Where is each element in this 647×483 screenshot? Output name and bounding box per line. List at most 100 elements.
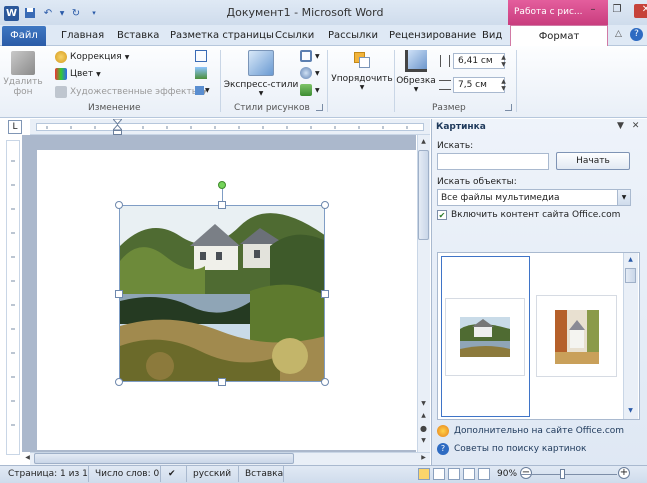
zoom-level[interactable]: 90%	[497, 469, 517, 479]
tab-references[interactable]: Ссылки	[275, 30, 314, 41]
minimize-icon[interactable]: –	[586, 4, 600, 18]
correction-button[interactable]: Коррекция ▼	[55, 51, 129, 63]
palette-icon	[55, 68, 67, 80]
undo-icon[interactable]: ↶	[41, 6, 55, 20]
scroll-right-icon[interactable]: ▶	[418, 454, 429, 461]
remove-background-button[interactable]: Удалить фон	[3, 51, 43, 101]
resize-handle-right[interactable]	[321, 290, 329, 298]
language-indicator[interactable]: русский	[193, 469, 231, 479]
picture-layout-button[interactable]: ▼	[300, 84, 320, 96]
previous-page-icon[interactable]: ▲	[418, 412, 429, 419]
insert-mode-indicator[interactable]: Вставка	[245, 469, 283, 479]
scroll-up-icon[interactable]: ▲	[418, 138, 429, 145]
web-layout-view-icon[interactable]	[448, 468, 460, 480]
word-logo-icon[interactable]: W	[4, 5, 19, 21]
results-scroll-up-icon[interactable]: ▲	[625, 256, 636, 263]
media-type-select[interactable]: Все файлы мультимедиа	[437, 189, 631, 206]
tips-link[interactable]: ? Советы по поиску картинок	[437, 443, 587, 455]
picture-effects-button[interactable]: ▼	[300, 67, 320, 79]
crop-button[interactable]: Обрезка ▼	[396, 50, 436, 98]
color-button[interactable]: Цвет ▼	[55, 68, 101, 80]
size-launcher-icon[interactable]	[505, 104, 512, 111]
tab-home[interactable]: Главная	[61, 30, 104, 41]
go-button[interactable]: Начать	[556, 152, 630, 170]
picture-styles-launcher-icon[interactable]	[316, 104, 323, 111]
zoom-slider[interactable]	[521, 474, 617, 475]
arrange-button[interactable]: Упорядочить ▼	[331, 50, 393, 98]
more-office-link[interactable]: Дополнительно на сайте Office.com	[437, 425, 624, 437]
resize-handle-top[interactable]	[218, 201, 226, 209]
results-scroll-down-icon[interactable]: ▼	[625, 407, 636, 414]
tips-label: Советы по поиску картинок	[454, 444, 587, 454]
reset-picture-button[interactable]: ▼	[195, 84, 211, 96]
results-scroll-thumb[interactable]	[625, 268, 636, 283]
print-layout-view-icon[interactable]	[418, 468, 430, 480]
draft-view-icon[interactable]	[478, 468, 490, 480]
include-office-checkbox[interactable]: ✔	[437, 210, 447, 220]
height-stepper-icon[interactable]: ▲ ▼	[499, 54, 508, 68]
window-controls: – ❐ ✕	[586, 4, 647, 18]
resize-handle-top-left[interactable]	[115, 201, 123, 209]
arrange-dropdown-icon: ▼	[359, 84, 365, 91]
width-field[interactable]: 7,5 см	[453, 77, 505, 93]
tab-view[interactable]: Вид	[482, 30, 502, 41]
inserted-picture[interactable]	[119, 205, 325, 382]
office-globe-icon	[437, 425, 449, 437]
compress-pictures-icon[interactable]	[195, 50, 207, 62]
customize-qat-icon[interactable]: ▾	[87, 6, 101, 20]
tab-page-layout[interactable]: Разметка страницы	[170, 30, 274, 41]
resize-handle-left[interactable]	[115, 290, 123, 298]
resize-handle-bottom[interactable]	[218, 378, 226, 386]
zoom-out-icon[interactable]: −	[520, 467, 532, 479]
resize-handle-top-right[interactable]	[321, 201, 329, 209]
chevron-down-icon[interactable]: ▼	[617, 190, 630, 205]
resize-handle-bottom-left[interactable]	[115, 378, 123, 386]
tab-selector-button[interactable]: L	[8, 120, 22, 134]
tab-insert[interactable]: Вставка	[117, 30, 159, 41]
outline-view-icon[interactable]	[463, 468, 475, 480]
change-picture-icon[interactable]	[195, 67, 207, 79]
picture-effects-icon	[300, 67, 312, 79]
horizontal-scroll-thumb[interactable]	[34, 453, 294, 464]
next-page-icon[interactable]: ▼	[418, 437, 429, 444]
browse-object-icon[interactable]: ●	[418, 424, 429, 433]
tab-format[interactable]: Формат	[510, 25, 608, 47]
rotate-handle[interactable]	[218, 181, 226, 189]
scroll-down-icon[interactable]: ▼	[418, 400, 429, 407]
clip-result[interactable]	[536, 295, 617, 377]
quick-styles-dropdown-icon: ▼	[258, 90, 264, 97]
search-input[interactable]	[437, 153, 549, 170]
word-count[interactable]: Число слов: 0	[95, 469, 159, 479]
resize-handle-bottom-right[interactable]	[321, 378, 329, 386]
width-stepper-icon[interactable]: ▲ ▼	[499, 78, 508, 92]
artistic-effects-button[interactable]: Художественные эффекты ▼	[55, 86, 206, 98]
vertical-scroll-thumb[interactable]	[418, 150, 429, 240]
window-title: Документ1 - Microsoft Word	[226, 6, 384, 19]
pane-close-icon[interactable]: ✕	[632, 121, 640, 131]
height-field[interactable]: 6,41 см	[453, 53, 505, 69]
tab-file[interactable]: Файл	[2, 26, 46, 46]
redo-icon[interactable]: ↻	[69, 6, 83, 20]
help-circle-icon: ?	[437, 443, 449, 455]
proofing-icon[interactable]: ✔	[168, 469, 176, 479]
scroll-left-icon[interactable]: ◀	[22, 454, 33, 461]
restore-icon[interactable]: ❐	[610, 4, 624, 18]
vertical-ruler[interactable]	[6, 140, 20, 455]
height-icon	[440, 55, 450, 67]
minimize-ribbon-icon[interactable]: △	[615, 29, 622, 39]
tab-mailings[interactable]: Рассылки	[328, 30, 378, 41]
color-label: Цвет	[70, 69, 94, 79]
save-icon[interactable]	[23, 6, 37, 20]
tab-review[interactable]: Рецензирование	[389, 30, 476, 41]
page-count[interactable]: Страница: 1 из 1	[8, 469, 88, 479]
zoom-in-icon[interactable]: +	[618, 467, 630, 479]
close-icon[interactable]: ✕	[634, 4, 647, 18]
pane-options-icon[interactable]: ▼	[617, 121, 624, 131]
picture-border-button[interactable]: ▼	[300, 50, 320, 62]
help-icon[interactable]: ?	[630, 28, 643, 41]
undo-dropdown-icon[interactable]: ▼	[59, 6, 65, 20]
indent-marker-icon[interactable]	[111, 118, 124, 135]
zoom-slider-thumb[interactable]	[560, 469, 565, 479]
quick-styles-button[interactable]: Экспресс-стили ▼	[224, 50, 298, 98]
full-screen-view-icon[interactable]	[433, 468, 445, 480]
